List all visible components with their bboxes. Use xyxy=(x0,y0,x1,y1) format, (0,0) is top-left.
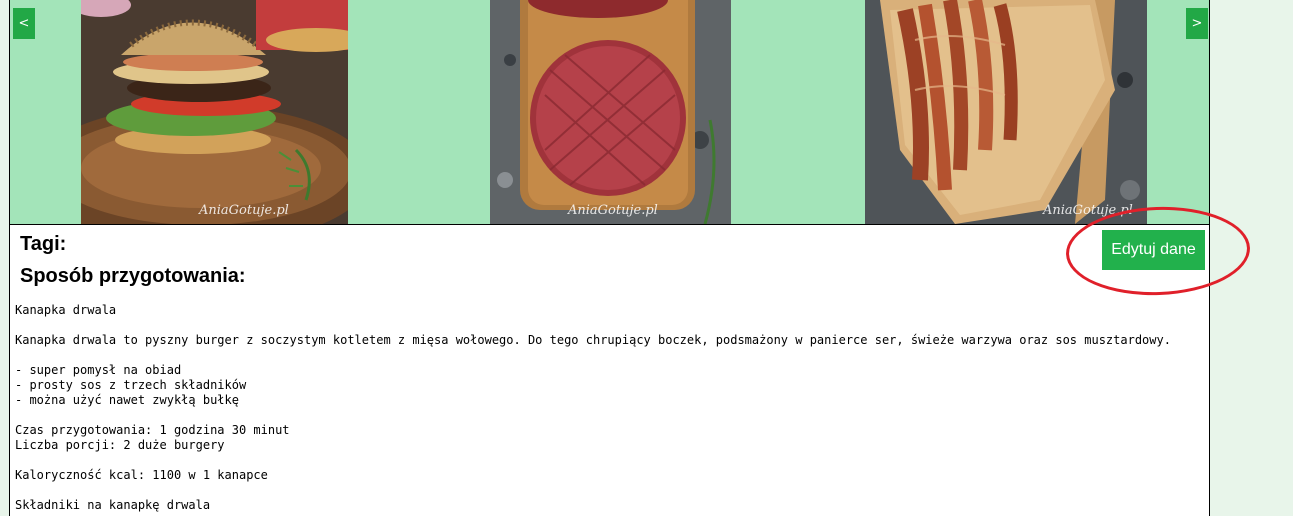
desc-line: - super pomysł na obiad xyxy=(15,363,182,377)
carousel-next-button[interactable]: > xyxy=(1186,8,1208,39)
desc-line: Czas przygotowania: 1 godzina 30 minut xyxy=(15,423,290,437)
recipe-details: Tagi: Sposób przygotowania: Edytuj dane … xyxy=(10,225,1209,516)
image-carousel: AniaGotuje.pl AniaGotuje.pl AniaGotuje.p… xyxy=(10,0,1209,225)
main-panel: AniaGotuje.pl AniaGotuje.pl AniaGotuje.p… xyxy=(9,0,1210,516)
desc-line: - prosty sos z trzech składników xyxy=(15,378,247,392)
photo-watermark: AniaGotuje.pl xyxy=(568,203,658,218)
tags-heading: Tagi: xyxy=(20,233,67,255)
carousel-photo-burger[interactable]: AniaGotuje.pl xyxy=(81,0,348,224)
desc-line: Składniki na kanapkę drwala xyxy=(15,498,211,512)
desc-line: Kaloryczność kcal: 1100 w 1 kanapce xyxy=(15,468,268,482)
desc-line: Kanapka drwala xyxy=(15,303,117,317)
preparation-heading: Sposób przygotowania: xyxy=(20,265,246,287)
recipe-description: Kanapka drwala Kanapka drwala to pyszny … xyxy=(15,303,1205,513)
desc-line: Liczba porcji: 2 duże burgery xyxy=(15,438,225,452)
desc-line: Kanapka drwala to pyszny burger z soczys… xyxy=(15,333,1171,347)
carousel-photo-bacon[interactable]: AniaGotuje.pl xyxy=(865,0,1147,224)
carousel-photo-patties[interactable]: AniaGotuje.pl xyxy=(490,0,731,224)
desc-line: - można użyć nawet zwykłą bułkę xyxy=(15,393,239,407)
carousel-prev-button[interactable]: < xyxy=(13,8,35,39)
edit-data-button[interactable]: Edytuj dane xyxy=(1102,230,1205,270)
photo-watermark: AniaGotuje.pl xyxy=(1043,203,1133,218)
photo-watermark: AniaGotuje.pl xyxy=(199,203,289,218)
